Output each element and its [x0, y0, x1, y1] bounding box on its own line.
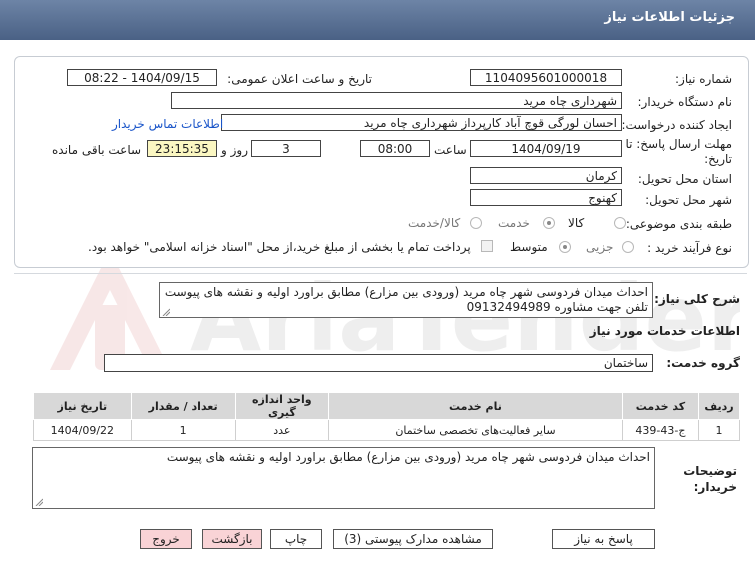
- days-remaining-field: 3: [251, 140, 321, 157]
- creator-label: ایجاد کننده درخواست:: [621, 118, 732, 132]
- time-label: ساعت: [434, 143, 467, 157]
- description-text: احداث میدان فردوسی شهر چاه مرید (ورودی ب…: [164, 285, 648, 314]
- city-label: شهر محل تحویل:: [645, 193, 732, 207]
- cell-quantity: 1: [130, 419, 236, 441]
- cell-service-name: سایر فعالیت‌های تخصصی ساختمان: [328, 419, 623, 441]
- print-button[interactable]: چاپ: [270, 529, 322, 549]
- col-header-need-date: تاریخ نیاز: [33, 392, 132, 420]
- col-header-service-code: کد خدمت: [621, 392, 700, 420]
- exit-button[interactable]: خروج: [140, 529, 192, 549]
- page-title: جزئیات اطلاعات نیاز: [604, 10, 735, 25]
- process-label: نوع فرآیند خرید :: [647, 241, 732, 255]
- service-group-label: گروه خدمت:: [666, 356, 740, 370]
- col-header-row-number: ردیف: [698, 392, 740, 420]
- category-radio-goods-service[interactable]: [470, 217, 482, 229]
- description-textarea: احداث میدان فردوسی شهر چاه مرید (ورودی ب…: [159, 282, 653, 318]
- deadline-date-field: 1404/09/19: [470, 140, 622, 157]
- remaining-time-field: 23:15:35: [147, 140, 217, 157]
- process-option-medium: متوسط: [510, 240, 548, 254]
- category-option-goods-service: کالا/خدمت: [408, 216, 461, 230]
- category-option-goods: کالا: [568, 216, 585, 230]
- notes-resize-grip-icon[interactable]: [35, 498, 43, 506]
- cell-need-date: 1404/09/22: [33, 419, 132, 441]
- need-number-label: شماره نیاز:: [675, 72, 732, 86]
- resize-grip-icon[interactable]: [162, 308, 170, 316]
- cell-service-code: ج-43-439: [621, 419, 700, 441]
- deadline-time-field: 08:00: [360, 140, 430, 157]
- cell-unit: عدد: [234, 419, 330, 441]
- buyer-contact-link[interactable]: اطلاعات تماس خریدار: [112, 117, 223, 131]
- need-number-field: 1104095601000018: [470, 69, 622, 86]
- buyer-notes-text: احداث میدان فردوسی شهر چاه مرید (ورودی ب…: [166, 450, 650, 464]
- reply-button[interactable]: پاسخ به نیاز: [552, 529, 655, 549]
- buyer-field: شهرداری چاه مرید: [171, 92, 622, 109]
- services-table: ردیف کد خدمت نام خدمت واحد اندازه گیری ت…: [33, 392, 740, 441]
- back-button[interactable]: بازگشت: [202, 529, 262, 549]
- col-header-quantity: تعداد / مقدار: [130, 392, 236, 420]
- service-group-field: ساختمان: [104, 354, 653, 372]
- description-label: شرح کلی نیاز:: [654, 292, 740, 306]
- watermark-mark-icon: [50, 250, 170, 370]
- cell-row-number: 1: [698, 419, 740, 441]
- buyer-notes-textarea: احداث میدان فردوسی شهر چاه مرید (ورودی ب…: [32, 447, 655, 509]
- category-radio-service[interactable]: [543, 217, 555, 229]
- days-label: روز و: [221, 143, 248, 157]
- buyer-notes-label: توضیحات خریدار:: [683, 464, 737, 494]
- deadline-label: مهلت ارسال پاسخ: تا تاریخ:: [625, 137, 732, 166]
- buyer-label: نام دستگاه خریدار:: [637, 95, 733, 109]
- process-option-minor: جزیی: [586, 240, 614, 254]
- table-row: 1 ج-43-439 سایر فعالیت‌های تخصصی ساختمان…: [33, 419, 740, 441]
- announce-datetime-field: 1404/09/15 - 08:22: [67, 69, 217, 86]
- payment-note: پرداخت تمام یا بخشی از مبلغ خرید،از محل …: [88, 240, 471, 254]
- col-header-unit: واحد اندازه گیری: [234, 392, 330, 420]
- view-attachments-button[interactable]: مشاهده مدارک پیوستی (3): [333, 529, 493, 549]
- category-radio-goods[interactable]: [614, 217, 626, 229]
- process-radio-minor[interactable]: [622, 241, 634, 253]
- category-label: طبقه بندی موضوعی:: [625, 217, 732, 231]
- section-divider: [14, 273, 747, 274]
- process-radio-medium[interactable]: [559, 241, 571, 253]
- col-header-service-name: نام خدمت: [328, 392, 623, 420]
- province-label: استان محل تحویل:: [637, 172, 732, 186]
- services-section-title: اطلاعات خدمات مورد نیاز: [589, 324, 740, 338]
- remaining-label: ساعت باقی مانده: [52, 143, 142, 157]
- announce-label: تاریخ و ساعت اعلان عمومی:: [227, 72, 372, 86]
- category-option-service: خدمت: [498, 216, 530, 230]
- creator-field: احسان لورگی قوچ آباد کارپرداز شهرداری چا…: [221, 114, 622, 131]
- table-header-row: ردیف کد خدمت نام خدمت واحد اندازه گیری ت…: [33, 392, 740, 420]
- city-field: کهنوج: [470, 189, 622, 206]
- province-field: کرمان: [470, 167, 622, 184]
- treasury-checkbox[interactable]: [481, 240, 493, 252]
